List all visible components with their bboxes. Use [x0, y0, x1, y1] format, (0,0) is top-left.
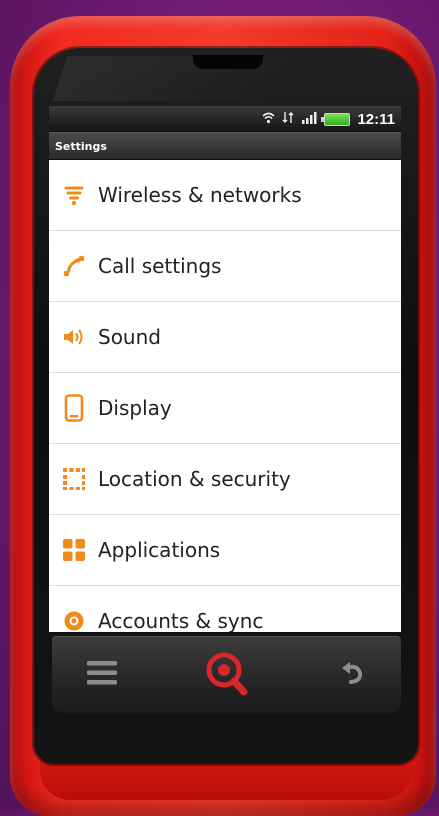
phone-screen: 12:11 Settings Wireless & networks Call …	[49, 106, 401, 632]
search-button[interactable]	[200, 650, 252, 700]
data-transfer-icon	[282, 111, 294, 127]
settings-item-location[interactable]: Location & security	[49, 444, 401, 515]
speaker-icon	[61, 324, 87, 350]
applications-icon	[61, 537, 87, 563]
accounts-sync-icon	[61, 608, 87, 632]
settings-item-label: Display	[98, 396, 172, 420]
settings-item-display[interactable]: Display	[49, 373, 401, 444]
phone-icon	[61, 253, 87, 279]
settings-list: Wireless & networks Call settings Sound …	[49, 160, 401, 632]
settings-item-call[interactable]: Call settings	[49, 231, 401, 302]
menu-button[interactable]	[82, 653, 122, 697]
settings-item-label: Wireless & networks	[98, 183, 302, 207]
back-button[interactable]	[333, 653, 373, 697]
page-title: Settings	[49, 132, 401, 160]
wifi-icon	[61, 182, 87, 208]
settings-item-label: Call settings	[98, 254, 222, 278]
settings-item-applications[interactable]: Applications	[49, 515, 401, 586]
search-icon	[203, 650, 249, 700]
display-icon	[61, 394, 87, 422]
status-bar: 12:11	[49, 106, 401, 132]
settings-item-label: Location & security	[98, 467, 291, 491]
phone-bottom-edge	[40, 760, 412, 800]
menu-icon	[86, 658, 118, 692]
location-grid-icon	[61, 466, 87, 492]
settings-item-label: Accounts & sync	[98, 609, 264, 632]
navigation-bar	[52, 636, 401, 713]
settings-item-label: Sound	[98, 325, 161, 349]
back-icon	[340, 660, 366, 690]
wifi-icon	[262, 112, 275, 127]
settings-item-label: Applications	[98, 538, 221, 562]
battery-icon	[321, 112, 351, 126]
signal-icon	[301, 111, 317, 127]
earpiece	[193, 55, 263, 69]
settings-item-wireless[interactable]: Wireless & networks	[49, 160, 401, 231]
clock: 12:11	[357, 110, 395, 128]
settings-item-sound[interactable]: Sound	[49, 302, 401, 373]
settings-item-accounts[interactable]: Accounts & sync	[49, 586, 401, 632]
